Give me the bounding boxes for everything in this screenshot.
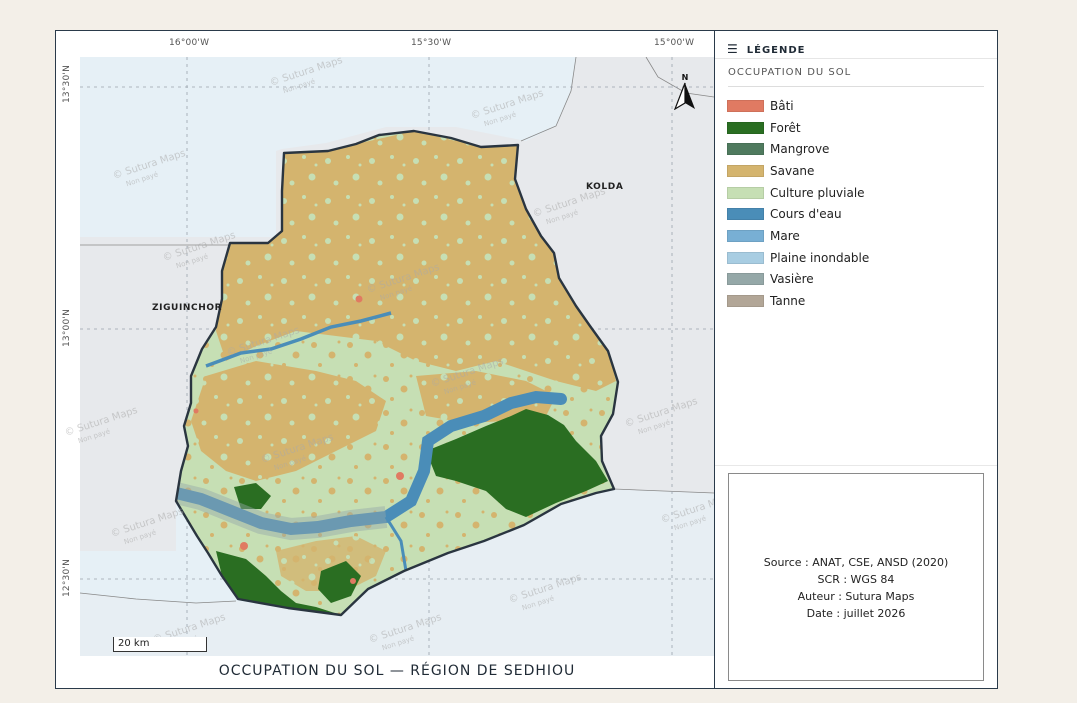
coord-lat-label: 13°30'N <box>62 64 72 103</box>
built-area <box>240 542 248 550</box>
divider <box>715 58 997 59</box>
place-label-kolda: KOLDA <box>586 182 624 192</box>
built-area <box>396 472 404 480</box>
legend-item-label: Mare <box>770 228 800 243</box>
legend-swatch <box>727 295 764 308</box>
map-panel[interactable]: © Sutura Maps Non payé © Sutura Maps Non p… <box>56 31 715 688</box>
legend-item: Mare <box>727 225 869 247</box>
legend-item: Forêt <box>727 117 869 139</box>
scale-bar: 20 km <box>113 637 207 652</box>
legend-item: Vasière <box>727 269 869 291</box>
legend-item: Tanne <box>727 290 869 312</box>
north-arrow-shape <box>673 82 695 111</box>
legend-swatch <box>727 99 764 112</box>
map-frame: © Sutura Maps Non payé © Sutura Maps Non p… <box>55 30 998 689</box>
legend-swatch <box>727 273 764 286</box>
scale-label: 20 km <box>118 638 150 649</box>
legend-item: Plaine inondable <box>727 247 869 269</box>
date-line: Date : juillet 2026 <box>806 607 906 620</box>
legend-item-label: Bâti <box>770 98 794 113</box>
legend-swatch <box>727 186 764 199</box>
legend-panel: ☰ LÉGENDE OCCUPATION DU SOL Bâti Forêt Mang… <box>715 31 997 688</box>
built-area <box>350 578 356 584</box>
legend-swatch <box>727 164 764 177</box>
divider <box>728 86 984 87</box>
coord-lon-label: 15°30'W <box>411 38 452 48</box>
legend-swatch <box>727 251 764 264</box>
legend-item-label: Forêt <box>770 120 801 135</box>
legend-swatch <box>727 143 764 156</box>
legend-list: Bâti Forêt Mangrove Savane Culture pluviale C… <box>727 95 869 312</box>
source-box: Source : ANAT, CSE, ANSD (2020) SCR : WG… <box>728 473 984 681</box>
coord-lat-label: 13°00'N <box>62 308 72 347</box>
legend-section-title: OCCUPATION DU SOL <box>728 67 852 78</box>
legend-item: Culture pluviale <box>727 182 869 204</box>
map-canvas[interactable]: © Sutura MapsNon payé © Sutura MapsNon p… <box>56 31 714 688</box>
legend-item: Bâti <box>727 95 869 117</box>
author-line: Auteur : Sutura Maps <box>797 590 915 603</box>
legend-item: Savane <box>727 160 869 182</box>
legend-item: Mangrove <box>727 138 869 160</box>
source-line: Source : ANAT, CSE, ANSD (2020) <box>763 556 949 569</box>
legend-item-label: Tanne <box>770 294 806 309</box>
map-title: OCCUPATION DU SOL — RÉGION DE SEDHIOU <box>80 656 714 688</box>
north-label: N <box>681 73 689 82</box>
built-area <box>193 408 199 414</box>
legend-item-label: Cours d'eau <box>770 207 842 222</box>
divider <box>715 465 997 466</box>
legend-swatch <box>727 229 764 242</box>
coord-lat-label: 12°30'N <box>62 558 72 597</box>
legend-item-label: Plaine inondable <box>770 250 870 265</box>
coord-lon-label: 16°00'W <box>169 38 210 48</box>
legend-item-label: Vasière <box>770 272 814 287</box>
built-area <box>355 295 363 303</box>
legend-item-label: Culture pluviale <box>770 185 865 200</box>
coord-lon-label: 15°00'W <box>654 38 695 48</box>
legend-item-label: Savane <box>770 163 815 178</box>
coord-strip-top <box>56 31 714 57</box>
legend-title: LÉGENDE <box>746 45 806 56</box>
legend-swatch <box>727 121 764 134</box>
crs-line: SCR : WGS 84 <box>817 573 895 586</box>
place-label-ziguinchor: ZIGUINCHOR <box>152 303 223 313</box>
legend-swatch <box>727 208 764 221</box>
legend-item-label: Mangrove <box>770 142 830 157</box>
legend-item: Cours d'eau <box>727 203 869 225</box>
north-arrow-icon: N <box>673 73 697 114</box>
